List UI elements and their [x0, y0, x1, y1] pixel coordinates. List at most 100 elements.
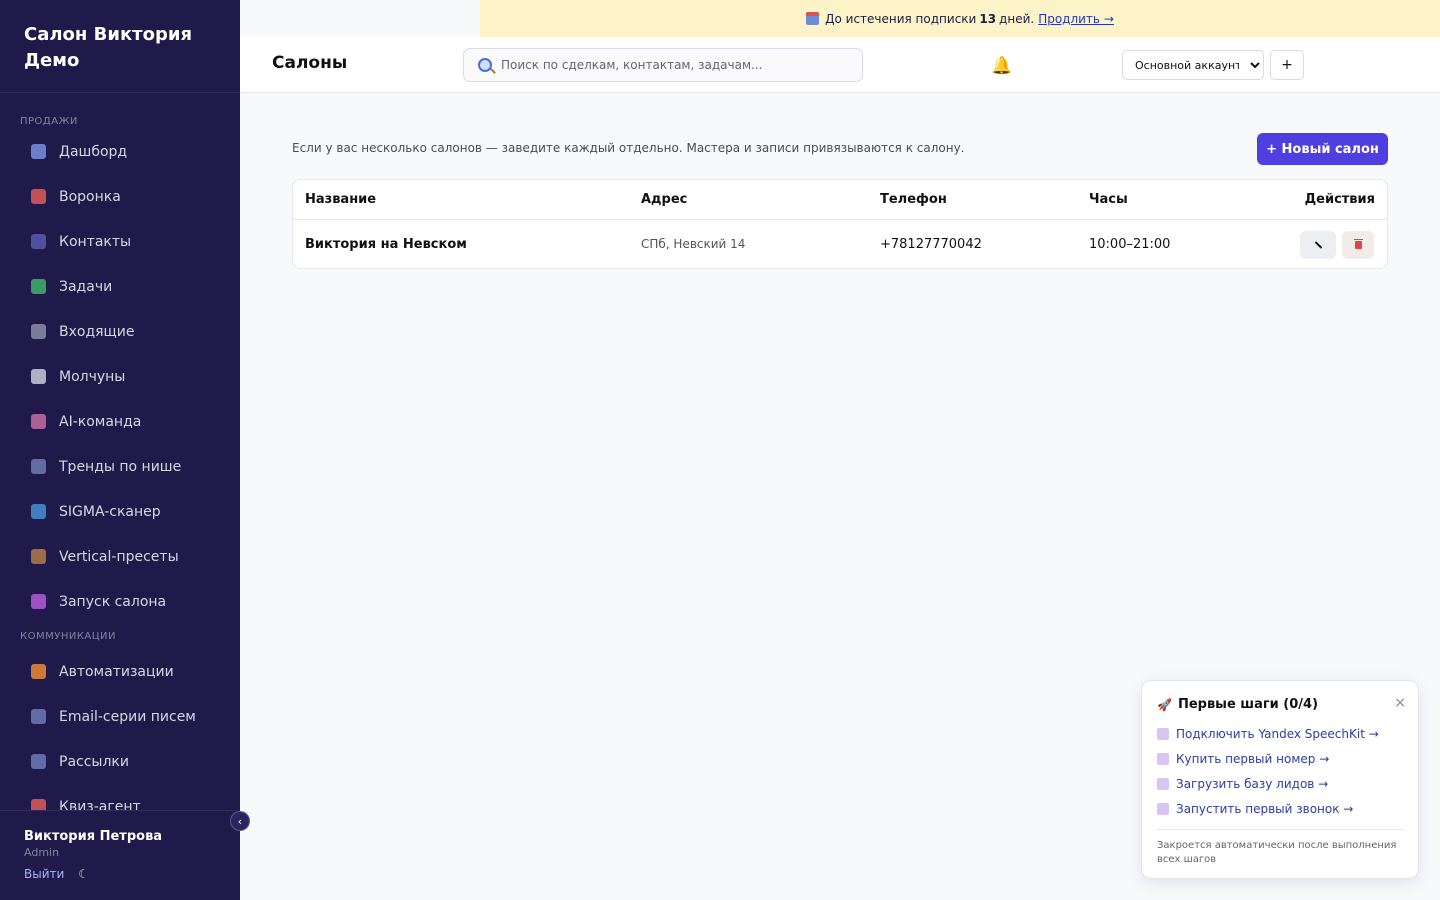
sidebar-item-5[interactable]: Молчуны	[0, 354, 240, 399]
sidebar-item-label: Email-серии писем	[59, 708, 196, 725]
user-name: Виктория Петрова	[24, 829, 163, 844]
sidebar-item-label: Рассылки	[59, 753, 129, 770]
sidebar-item-label: Задачи	[59, 278, 113, 295]
sidebar-item-6[interactable]: AI-команда	[0, 399, 240, 444]
new-salon-button[interactable]: + Новый салон	[1257, 133, 1388, 165]
top-header: Салоны 🔔 Основной аккаунт +	[240, 37, 1440, 93]
section-label-communications: КОММУНИКАЦИИ	[20, 631, 116, 642]
package-icon	[29, 548, 47, 566]
column-header-hours: Часы	[1089, 192, 1128, 207]
add-account-button[interactable]: +	[1270, 50, 1304, 80]
sidebar-item-label: Контакты	[59, 233, 132, 250]
sidebar-item-3[interactable]: Задачи	[0, 264, 240, 309]
section-label-sales: ПРОДАЖИ	[20, 116, 78, 127]
check-icon	[29, 278, 47, 296]
search-box[interactable]	[463, 48, 863, 82]
sidebar-item-label: Vertical-пресеты	[59, 548, 179, 565]
rocket-icon	[29, 593, 47, 611]
trend-chart-icon	[29, 458, 47, 476]
onboarding-step[interactable]: Купить первый номер →	[1157, 751, 1404, 767]
calendar-icon	[806, 12, 820, 25]
sidebar-item-1[interactable]: Email-серии писем	[0, 694, 240, 739]
cell-hours: 10:00–21:00	[1089, 237, 1171, 252]
brand: Салон Виктория Демо	[0, 0, 240, 93]
sidebar-item-label: Дашборд	[59, 143, 128, 160]
user-box: Виктория Петрова Admin Выйти ☾	[0, 810, 240, 900]
banner-days: 13	[979, 11, 997, 26]
theme-toggle-moon-icon[interactable]: ☾	[78, 867, 89, 881]
notifications-bell-icon[interactable]: 🔔	[991, 56, 1012, 76]
close-icon[interactable]: ×	[1394, 695, 1406, 711]
sidebar-item-label: Тренды по нише	[59, 458, 182, 475]
onboarding-step[interactable]: Подключить Yandex SpeechKit →	[1157, 726, 1404, 742]
search-icon	[478, 58, 492, 72]
trash-icon	[1353, 239, 1363, 249]
sidebar-item-label: Запуск салона	[59, 593, 167, 610]
sidebar-item-8[interactable]: SIGMA-сканер	[0, 489, 240, 534]
rocket-icon: 🚀	[1157, 697, 1172, 712]
sidebar-item-label: Входящие	[59, 323, 135, 340]
salons-table: Название Адрес Телефон Часы Действия Вик…	[292, 179, 1388, 269]
contacts-icon	[29, 233, 47, 251]
onboarding-step[interactable]: Запустить первый звонок →	[1157, 801, 1404, 817]
sidebar-item-label: AI-команда	[59, 413, 142, 430]
checkbox-icon	[1157, 728, 1169, 740]
page-title: Салоны	[272, 53, 348, 73]
sidebar-item-label: Автоматизации	[59, 663, 174, 680]
cell-phone: +78127770042	[880, 237, 982, 252]
sidebar-collapse-button[interactable]: ‹	[230, 811, 250, 831]
sidebar-item-4[interactable]: Входящие	[0, 309, 240, 354]
column-header-name: Название	[305, 192, 377, 207]
sidebar-item-9[interactable]: Vertical-пресеты	[0, 534, 240, 579]
search-input[interactable]	[501, 58, 851, 72]
sidebar-item-10[interactable]: Запуск салона	[0, 579, 240, 624]
checkbox-icon	[1157, 753, 1169, 765]
sidebar-item-label: Квиз-агент	[59, 798, 141, 811]
banner-text-before: До истечения подписки	[825, 11, 977, 26]
brand-title: Салон Виктория Демо	[24, 24, 193, 71]
onboarding-step[interactable]: Загрузить базу лидов →	[1157, 776, 1404, 792]
pencil-icon	[1314, 241, 1322, 249]
column-header-actions: Действия	[1304, 192, 1375, 207]
account-select[interactable]: Основной аккаунт	[1122, 50, 1264, 80]
sidebar-item-7[interactable]: Тренды по нише	[0, 444, 240, 489]
inbox-icon	[29, 323, 47, 341]
onboarding-card: 🚀 Первые шаги (0/4) × Подключить Yandex …	[1141, 680, 1419, 879]
table-row: Виктория на Невском СПб, Невский 14 +781…	[293, 220, 1387, 269]
intro-text: Если у вас несколько салонов — заведите …	[292, 141, 965, 155]
robot-icon	[29, 413, 47, 431]
quiz-icon	[29, 798, 47, 810]
renew-link[interactable]: Продлить →	[1038, 12, 1114, 26]
table-header: Название Адрес Телефон Часы Действия	[293, 180, 1387, 220]
onboarding-header: 🚀 Первые шаги (0/4)	[1157, 697, 1404, 712]
sidebar-item-3[interactable]: Квиз-агент	[0, 784, 240, 810]
onboarding-step-label: Запустить первый звонок →	[1176, 802, 1354, 816]
checkbox-icon	[1157, 778, 1169, 790]
sidebar: Салон Виктория Демо ПРОДАЖИ Дашборд Ворон…	[0, 0, 240, 900]
broadcast-icon	[29, 753, 47, 771]
divider	[1157, 829, 1404, 830]
sidebar-item-1[interactable]: Воронка	[0, 174, 240, 219]
magnifier-icon	[29, 503, 47, 521]
delete-button[interactable]	[1342, 231, 1374, 259]
email-icon	[29, 708, 47, 726]
sidebar-item-2[interactable]: Рассылки	[0, 739, 240, 784]
onboarding-step-label: Подключить Yandex SpeechKit →	[1176, 727, 1379, 741]
onboarding-note: Закроется автоматически после выполнения…	[1157, 840, 1397, 865]
sidebar-item-0[interactable]: Автоматизации	[0, 649, 240, 694]
banner-text-after: дней.	[999, 11, 1035, 26]
onboarding-step-label: Загрузить базу лидов →	[1176, 777, 1329, 791]
sidebar-item-label: SIGMA-сканер	[59, 503, 161, 520]
logout-link[interactable]: Выйти	[24, 867, 64, 881]
speech-bubble-icon	[29, 368, 47, 386]
dashboard-icon	[29, 143, 47, 161]
edit-button[interactable]	[1300, 231, 1336, 259]
cell-address: СПб, Невский 14	[641, 237, 746, 251]
column-header-phone: Телефон	[880, 192, 947, 207]
sidebar-item-0[interactable]: Дашборд	[0, 129, 240, 174]
column-header-address: Адрес	[641, 192, 688, 207]
lightning-icon	[29, 663, 47, 681]
sidebar-item-2[interactable]: Контакты	[0, 219, 240, 264]
sidebar-nav: ПРОДАЖИ Дашборд Воронка Контакты Задачи Вход…	[0, 93, 240, 810]
sidebar-item-label: Воронка	[59, 188, 121, 205]
